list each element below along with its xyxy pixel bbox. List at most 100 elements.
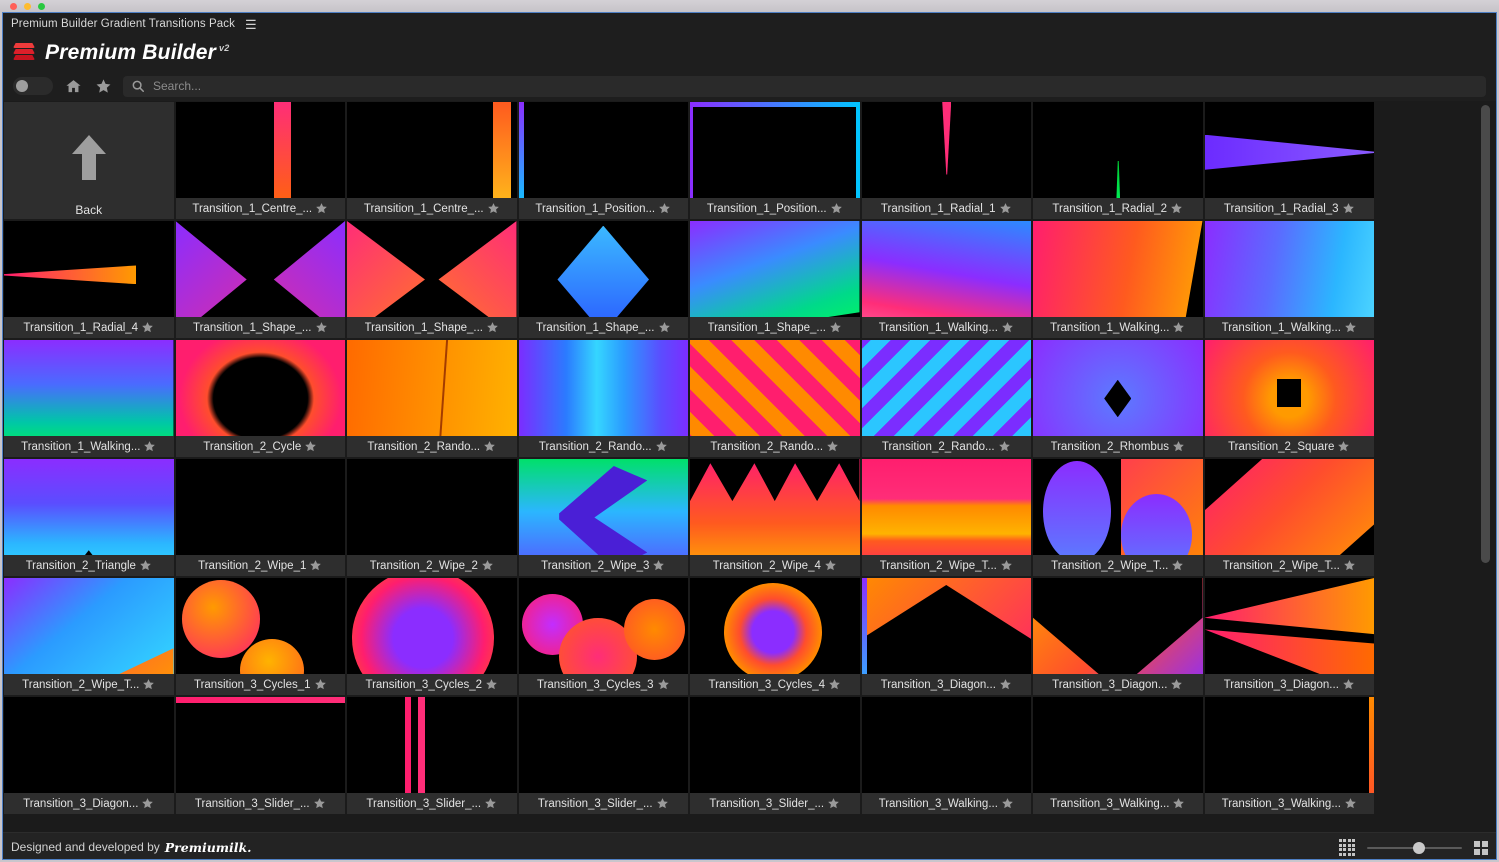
thumbnail-cell[interactable]: Transition_3_Walking... (1203, 696, 1375, 815)
favorite-star-icon[interactable] (656, 797, 669, 810)
thumbnail-cell[interactable]: Transition_2_Wipe_T... (860, 458, 1032, 577)
favorite-star-icon[interactable] (999, 678, 1012, 691)
thumbnail-cell[interactable]: Transition_1_Centre_... (174, 101, 346, 220)
thumbnail-cell[interactable]: Transition_1_Shape_... (174, 220, 346, 339)
favorite-star-icon[interactable] (315, 321, 328, 334)
favorite-star-icon[interactable] (481, 559, 494, 572)
thumbnail-cell[interactable]: Transition_2_Wipe_4 (689, 458, 861, 577)
vertical-scrollbar-thumb[interactable] (1481, 105, 1490, 563)
thumbnail-cell[interactable]: Transition_2_Rando... (517, 339, 689, 458)
favorite-star-icon[interactable] (1344, 797, 1357, 810)
thumbnail-cell[interactable]: Transition_1_Shape_... (689, 220, 861, 339)
thumbnail-cell[interactable]: Transition_1_Walking... (1032, 220, 1204, 339)
favorite-star-icon[interactable] (1172, 797, 1185, 810)
thumbnail-cell[interactable]: Transition_1_Walking... (860, 220, 1032, 339)
favorite-star-icon[interactable] (1170, 678, 1183, 691)
favorite-star-icon[interactable] (484, 797, 497, 810)
slider-knob[interactable] (1413, 841, 1425, 854)
thumbnail-cell[interactable]: Transition_2_Wipe_1 (174, 458, 346, 577)
favorite-star-icon[interactable] (658, 202, 671, 215)
thumbnail-cell[interactable]: Transition_1_Shape_... (346, 220, 518, 339)
thumbnail-cell[interactable]: Transition_1_Centre_... (346, 101, 518, 220)
thumbnail-grid-area[interactable]: Back Transition_1_Centre_... Transition_1… (3, 101, 1496, 832)
favorite-star-icon[interactable] (1172, 440, 1185, 453)
favorite-star-icon[interactable] (485, 678, 498, 691)
favorite-star-icon[interactable] (315, 202, 328, 215)
search-box[interactable] (123, 75, 1486, 97)
thumbnail-cell[interactable]: Transition_2_Wipe_2 (346, 458, 518, 577)
favorite-star-icon[interactable] (827, 797, 840, 810)
thumbnail-cell[interactable]: Transition_3_Cycles_3 (517, 577, 689, 696)
favorites-star-icon[interactable] (93, 76, 113, 96)
back-button[interactable]: Back (3, 101, 175, 220)
thumbnail-cell[interactable]: Transition_1_Radial_4 (3, 220, 175, 339)
favorite-star-icon[interactable] (824, 559, 837, 572)
favorite-star-icon[interactable] (314, 678, 327, 691)
minimize-window-button[interactable] (24, 3, 31, 10)
thumbnail-cell[interactable]: Transition_1_Shape_... (517, 220, 689, 339)
favorite-star-icon[interactable] (139, 559, 152, 572)
maximize-window-button[interactable] (38, 3, 45, 10)
thumbnail-cell[interactable]: Transition_2_Triangle (3, 458, 175, 577)
thumbnail-cell[interactable]: Transition_3_Slider_... (174, 696, 346, 815)
thumbnail-cell[interactable]: Transition_2_Wipe_T... (3, 577, 175, 696)
favorite-star-icon[interactable] (313, 797, 326, 810)
thumbnail-cell[interactable]: Transition_1_Walking... (3, 339, 175, 458)
close-window-button[interactable] (10, 3, 17, 10)
thumbnail-cell[interactable]: Transition_2_Rando... (346, 339, 518, 458)
thumbnail-cell[interactable]: Transition_1_Radial_1 (860, 101, 1032, 220)
vertical-scrollbar-track[interactable] (1481, 101, 1494, 832)
home-icon[interactable] (63, 76, 83, 96)
thumbnail-cell[interactable]: Transition_3_Diagon... (3, 696, 175, 815)
thumbnail-cell[interactable]: Transition_1_Radial_3 (1203, 101, 1375, 220)
favorite-star-icon[interactable] (829, 321, 842, 334)
favorite-star-icon[interactable] (828, 678, 841, 691)
thumbnail-cell[interactable]: Transition_2_Square (1203, 339, 1375, 458)
favorite-star-icon[interactable] (143, 440, 156, 453)
thumbnail-cell[interactable]: Transition_2_Wipe_3 (517, 458, 689, 577)
favorite-star-icon[interactable] (1343, 559, 1356, 572)
favorite-star-icon[interactable] (487, 202, 500, 215)
favorite-star-icon[interactable] (483, 440, 496, 453)
favorite-star-icon[interactable] (309, 559, 322, 572)
thumbnail-cell[interactable]: Transition_3_Walking... (860, 696, 1032, 815)
thumbnail-cell[interactable]: Transition_3_Slider_... (517, 696, 689, 815)
thumbnail-cell[interactable]: Transition_2_Rando... (689, 339, 861, 458)
favorite-star-icon[interactable] (1000, 559, 1013, 572)
thumbnail-cell[interactable]: Transition_2_Cycle (174, 339, 346, 458)
favorite-star-icon[interactable] (655, 440, 668, 453)
favorite-star-icon[interactable] (1342, 678, 1355, 691)
thumbnail-cell[interactable]: Transition_2_Rhombus (1032, 339, 1204, 458)
thumbnail-cell[interactable]: Transition_1_Radial_2 (1032, 101, 1204, 220)
favorite-star-icon[interactable] (142, 678, 155, 691)
hamburger-icon[interactable]: ☰ (245, 18, 257, 31)
theme-toggle-switch[interactable] (13, 77, 53, 95)
thumbnail-cell[interactable]: Transition_3_Cycles_4 (689, 577, 861, 696)
thumbnail-cell[interactable]: Transition_1_Walking... (1203, 220, 1375, 339)
favorite-star-icon[interactable] (1001, 321, 1014, 334)
favorite-star-icon[interactable] (999, 202, 1012, 215)
thumbnail-cell[interactable]: Transition_3_Diagon... (1203, 577, 1375, 696)
favorite-star-icon[interactable] (1172, 321, 1185, 334)
favorite-star-icon[interactable] (1170, 202, 1183, 215)
favorite-star-icon[interactable] (652, 559, 665, 572)
favorite-star-icon[interactable] (998, 440, 1011, 453)
thumbnail-cell[interactable]: Transition_2_Wipe_T... (1032, 458, 1204, 577)
thumbnail-cell[interactable]: Transition_3_Walking... (1032, 696, 1204, 815)
grid-small-icon[interactable] (1338, 839, 1355, 856)
thumbnail-cell[interactable]: Transition_1_Position... (517, 101, 689, 220)
thumbnail-size-slider[interactable] (1367, 841, 1462, 855)
thumbnail-cell[interactable]: Transition_3_Cycles_1 (174, 577, 346, 696)
favorite-star-icon[interactable] (1342, 202, 1355, 215)
favorite-star-icon[interactable] (658, 321, 671, 334)
thumbnail-cell[interactable]: Transition_1_Position... (689, 101, 861, 220)
favorite-star-icon[interactable] (826, 440, 839, 453)
thumbnail-cell[interactable]: Transition_3_Cycles_2 (346, 577, 518, 696)
favorite-star-icon[interactable] (304, 440, 317, 453)
favorite-star-icon[interactable] (1344, 321, 1357, 334)
favorite-star-icon[interactable] (141, 797, 154, 810)
grid-large-icon[interactable] (1474, 840, 1488, 855)
favorite-star-icon[interactable] (1337, 440, 1350, 453)
thumbnail-cell[interactable]: Transition_2_Wipe_T... (1203, 458, 1375, 577)
favorite-star-icon[interactable] (141, 321, 154, 334)
